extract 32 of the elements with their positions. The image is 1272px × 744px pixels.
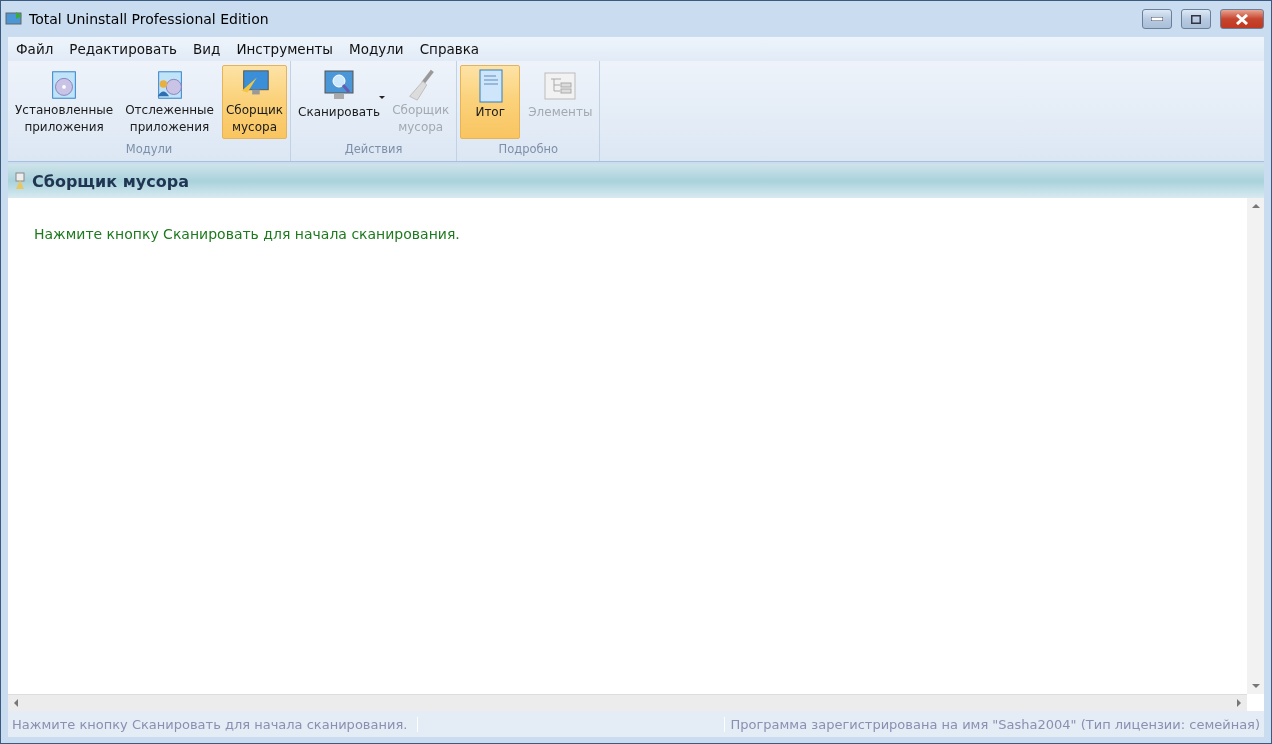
hint-message: Нажмите кнопку Сканировать для начала сканирования. (34, 226, 460, 242)
ribbon-button[interactable]: Сборщик мусора (221, 65, 288, 139)
close-icon (1236, 13, 1248, 25)
ribbon-button[interactable]: Отслеженные приложения (121, 65, 218, 139)
menu-item[interactable]: Справка (411, 41, 488, 57)
panel-title: Сборщик мусора (32, 171, 189, 191)
close-button[interactable] (1220, 9, 1264, 29)
horizontal-scrollbar[interactable] (8, 694, 1247, 711)
group-label: Действия (343, 141, 404, 156)
status-text: Нажмите кнопку Сканировать для начала сканирования. (8, 716, 419, 732)
status-text: Программа зарегистрирована на имя "Sasha2004" (Тип лицензии: семейная) (723, 716, 1264, 732)
menu-item[interactable]: Инструменты (228, 41, 341, 57)
maximize-button[interactable] (1181, 9, 1211, 29)
scroll-up-icon (1251, 204, 1260, 208)
menu-item[interactable]: Редактировать (61, 41, 186, 57)
ribbon-button[interactable]: Установленные приложения (11, 65, 118, 139)
app-icon (5, 10, 23, 28)
scroll-left-icon (14, 699, 18, 707)
menu-item[interactable]: Вид (185, 41, 229, 57)
scroll-down-icon (1251, 684, 1260, 688)
menu-item[interactable]: Файл (8, 41, 62, 57)
ribbon-button[interactable]: Сканировать (294, 65, 385, 139)
group-label: Подробно (497, 141, 560, 156)
scroll-right-icon (1237, 699, 1241, 707)
maximize-icon (1191, 14, 1201, 24)
menu-item[interactable]: Модули (341, 41, 412, 57)
minimize-button[interactable] (1142, 9, 1172, 29)
window-title: Total Uninstall Professional Edition (29, 11, 270, 27)
ribbon-button[interactable]: Итог (460, 65, 521, 139)
minimize-icon (1151, 17, 1163, 21)
vertical-scrollbar[interactable] (1247, 198, 1264, 694)
group-label: Модули (124, 141, 174, 156)
